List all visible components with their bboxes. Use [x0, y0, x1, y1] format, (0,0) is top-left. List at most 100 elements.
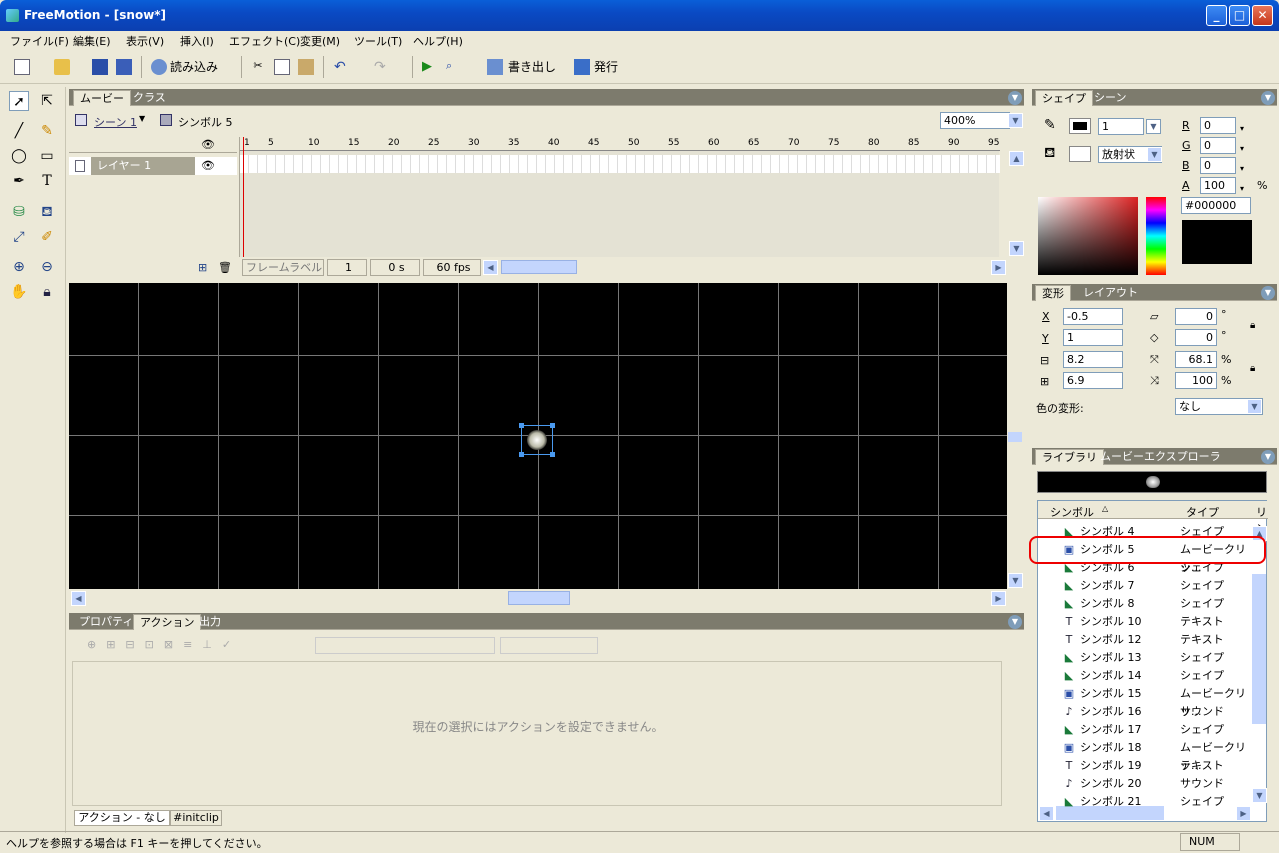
- stage-scroll-right[interactable]: ▶: [991, 591, 1006, 606]
- stroke-width-dropdown[interactable]: ▼: [1146, 119, 1161, 134]
- scene-link[interactable]: シーン 1: [94, 114, 137, 130]
- r-field[interactable]: 0: [1200, 117, 1236, 134]
- undo-icon[interactable]: ↶: [334, 59, 350, 75]
- new-file-icon[interactable]: [14, 59, 30, 75]
- library-row[interactable]: T シンボル 10 テキスト: [1037, 613, 1253, 631]
- copy-icon[interactable]: [274, 59, 290, 75]
- library-scroll-down[interactable]: ▼: [1252, 788, 1267, 803]
- tab-class[interactable]: クラス: [127, 90, 172, 106]
- frame-area[interactable]: 1 5 10 15 20 25 30 35 40 45 50 55 60 65 70 75 80 85 90 95: [239, 137, 1000, 257]
- width-field[interactable]: 8.2: [1063, 351, 1123, 368]
- publish-button[interactable]: 発行: [594, 58, 618, 76]
- frames-scroll-thumb[interactable]: [501, 260, 577, 274]
- a-field[interactable]: 100: [1200, 177, 1236, 194]
- library-row[interactable]: ♪ シンボル 20 サウンド: [1037, 775, 1253, 793]
- scale-x-field[interactable]: 68.1: [1175, 351, 1217, 368]
- rgba-spinners[interactable]: ▾ ▾ ▾ ▾: [1240, 119, 1244, 199]
- play-icon[interactable]: ▶: [422, 59, 438, 75]
- tab-actions[interactable]: アクション: [133, 614, 202, 630]
- subtab-action-none[interactable]: アクション - なし: [74, 810, 170, 826]
- text-tool-icon[interactable]: T: [37, 171, 57, 191]
- pencil-tool-icon[interactable]: ✎: [37, 121, 57, 141]
- library-vscroll-thumb[interactable]: [1252, 574, 1266, 724]
- library-row[interactable]: ♪ シンボル 16 サウンド: [1037, 703, 1253, 721]
- skew-lock-icon[interactable]: 🔒︎: [1250, 320, 1270, 334]
- hand-tool-icon[interactable]: ✋: [9, 282, 29, 302]
- y-field[interactable]: 1: [1063, 329, 1123, 346]
- library-row[interactable]: ◣ シンボル 7 シェイプ: [1037, 577, 1253, 595]
- action-select-1[interactable]: [315, 637, 495, 654]
- tab-shape[interactable]: シェイプ: [1035, 90, 1093, 106]
- frames-scroll-right[interactable]: ▶: [991, 260, 1006, 275]
- ink-bottle-icon[interactable]: ⛁: [9, 202, 29, 222]
- line-tool-icon[interactable]: ╱: [9, 121, 29, 141]
- library-row[interactable]: T シンボル 12 テキスト: [1037, 631, 1253, 649]
- library-row[interactable]: ▣ シンボル 18 ムービークリッ...: [1037, 739, 1253, 772]
- arrow-tool-icon[interactable]: ➚: [9, 91, 29, 111]
- open-folder-icon[interactable]: [54, 59, 70, 75]
- preview-icon[interactable]: ⌕: [446, 59, 462, 75]
- rectangle-tool-icon[interactable]: ▭: [37, 146, 57, 166]
- library-row[interactable]: ◣ シンボル 8 シェイプ: [1037, 595, 1253, 613]
- scene-dropdown-icon[interactable]: ▼: [139, 114, 145, 123]
- g-field[interactable]: 0: [1200, 137, 1236, 154]
- frame-row[interactable]: [240, 155, 1000, 173]
- save-all-icon[interactable]: [116, 59, 132, 75]
- stage-scroll-down[interactable]: ▼: [1008, 573, 1023, 588]
- layer-visible-icon[interactable]: 👁︎: [201, 159, 215, 172]
- transform-tool-icon[interactable]: ⤢: [9, 227, 29, 247]
- fill-color-swatch[interactable]: [1069, 146, 1091, 162]
- zoom-in-icon[interactable]: ⊕: [9, 257, 29, 277]
- zoom-out-icon[interactable]: ⊖: [37, 257, 57, 277]
- color-picker[interactable]: [1038, 197, 1138, 275]
- eye-icon[interactable]: 👁︎: [201, 138, 215, 151]
- zoom-select[interactable]: 400%: [940, 112, 1010, 129]
- panel-menu-icon[interactable]: ▼: [1008, 91, 1022, 105]
- pen-tool-icon[interactable]: ✒: [9, 171, 29, 191]
- tab-layout[interactable]: レイアウト: [1077, 285, 1144, 301]
- zoom-dropdown-icon[interactable]: ▼: [1008, 113, 1023, 128]
- library-row[interactable]: ▣ シンボル 15 ムービークリッ...: [1037, 685, 1253, 718]
- menu-modify[interactable]: 変更(M): [300, 33, 340, 49]
- lock-tool-icon[interactable]: 🔒︎: [37, 282, 57, 302]
- scale-y-field[interactable]: 100: [1175, 372, 1217, 389]
- col-type[interactable]: タイプ: [1186, 504, 1219, 520]
- action-select-2[interactable]: [500, 637, 598, 654]
- action-editor[interactable]: 現在の選択にはアクションを設定できません。: [72, 661, 1002, 806]
- frames-scroll-left[interactable]: ◀: [483, 260, 498, 275]
- delete-layer-icon[interactable]: 🗑︎: [218, 261, 232, 274]
- stroke-color-swatch[interactable]: [1069, 118, 1091, 134]
- menu-insert[interactable]: 挿入(I): [180, 33, 214, 49]
- height-field[interactable]: 6.9: [1063, 372, 1123, 389]
- library-row[interactable]: ◣ シンボル 17 シェイプ: [1037, 721, 1253, 739]
- library-panel-menu-icon[interactable]: ▼: [1261, 450, 1275, 464]
- hex-field[interactable]: #000000: [1181, 197, 1251, 214]
- library-row[interactable]: T シンボル 19 テキスト: [1037, 757, 1253, 775]
- layer-name[interactable]: レイヤー 1: [91, 157, 195, 175]
- action-panel-menu-icon[interactable]: ▼: [1008, 615, 1022, 629]
- add-layer-icon[interactable]: ⊞: [198, 261, 207, 274]
- library-row[interactable]: ◣ シンボル 14 シェイプ: [1037, 667, 1253, 685]
- menu-file[interactable]: ファイル(F): [10, 33, 69, 49]
- timeline-scroll-up[interactable]: ▲: [1009, 151, 1024, 166]
- close-button[interactable]: ✕: [1252, 5, 1273, 26]
- tab-movie[interactable]: ムービー: [73, 90, 131, 106]
- maximize-button[interactable]: □: [1229, 5, 1250, 26]
- tab-scene[interactable]: シーン: [1088, 90, 1132, 106]
- scale-lock-icon[interactable]: 🔒︎: [1250, 363, 1270, 377]
- stage[interactable]: [69, 283, 1007, 589]
- timeline-scroll-down[interactable]: ▼: [1009, 241, 1024, 256]
- x-field[interactable]: -0.5: [1063, 308, 1123, 325]
- stage-hscroll-thumb[interactable]: [508, 591, 570, 605]
- eyedropper-tool-icon[interactable]: ✐: [37, 227, 57, 247]
- fill-type-dropdown[interactable]: ▼: [1147, 147, 1162, 162]
- cut-icon[interactable]: ✂: [250, 59, 266, 75]
- oval-tool-icon[interactable]: ◯: [9, 146, 29, 166]
- tab-output[interactable]: 出力: [193, 614, 227, 630]
- layer-row[interactable]: レイヤー 1 👁︎: [69, 157, 237, 175]
- playhead[interactable]: [243, 137, 244, 257]
- skew-y-field[interactable]: 0: [1175, 329, 1217, 346]
- library-row[interactable]: ◣ シンボル 21 シェイプ: [1037, 793, 1253, 811]
- library-row[interactable]: ◣ シンボル 13 シェイプ: [1037, 649, 1253, 667]
- menu-tools[interactable]: ツール(T): [354, 33, 402, 49]
